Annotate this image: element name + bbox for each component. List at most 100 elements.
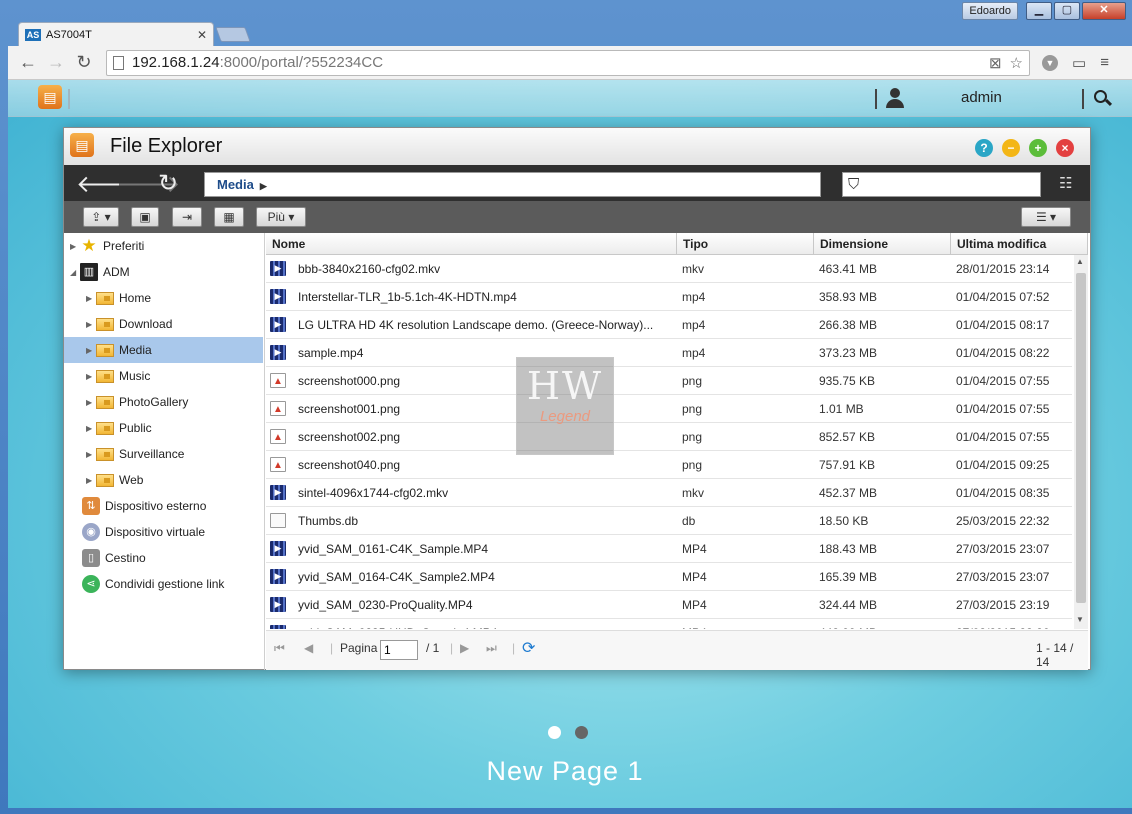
table-row[interactable]: ▶ sample.mp4 mp4 373.23 MB 01/04/2015 08:22 [266,339,1072,367]
minimize-button[interactable]: ▁ [1026,2,1052,20]
tree-item-photogallery[interactable]: ▶ PhotoGallery [64,389,263,415]
cast-icon[interactable]: ▭ [1072,54,1086,72]
page-dot-2[interactable] [575,726,588,739]
table-row[interactable]: Thumbs.db db 18.50 KB 25/03/2015 22:32 [266,507,1072,535]
first-page-icon[interactable]: ⏮ [274,641,285,656]
column-header-size[interactable]: Dimensione [814,233,951,255]
tab-title: AS7004T [46,28,92,41]
profile-tag[interactable]: Edoardo [962,2,1018,20]
refresh-icon[interactable]: ↻ [158,169,178,198]
table-row[interactable]: ▲ screenshot040.png png 757.91 KB 01/04/2015… [266,451,1072,479]
window-titlebar[interactable]: ▤ File Explorer ? − + × [64,128,1090,165]
tree-label: Surveillance [119,447,185,461]
tree-item-home[interactable]: ▶ Home [64,285,263,311]
table-row[interactable]: ▲ screenshot001.png png 1.01 MB 01/04/2015 0… [266,395,1072,423]
reload-icon[interactable]: ↻ [70,52,98,73]
expand-arrow-icon[interactable]: ▶ [86,372,96,381]
scroll-thumb[interactable] [1076,273,1086,603]
tab-close-icon[interactable]: ✕ [197,28,207,42]
table-row[interactable]: ▶ yvid_SAM_0230-ProQuality.MP4 MP4 324.44 M… [266,591,1072,619]
folder-icon [96,447,114,461]
table-row[interactable]: ▶ yvid_SAM_0235-UHD_Sample4.MP4 MP4 443.99 … [266,619,1072,629]
tree-item-media[interactable]: ▶ Media [64,337,263,363]
breadcrumb-media[interactable]: Media [217,177,254,192]
breadcrumb-caret-icon[interactable]: ▶ [260,181,267,191]
select-all-button[interactable]: ▦ [214,207,244,227]
path-breadcrumb[interactable]: Media ▶ [204,172,821,197]
move-button[interactable]: ⇥ [172,207,202,227]
scroll-up-icon[interactable]: ▲ [1076,257,1084,266]
tree-item-external-device[interactable]: ⇅ Dispositivo esterno [64,493,263,519]
prev-page-icon[interactable]: ◀ [304,641,313,655]
window-buttons: ? − + × [975,139,1074,157]
blocked-popup-icon[interactable]: ⊠ [989,54,1002,72]
expand-arrow-icon[interactable]: ▶ [86,320,96,329]
file-explorer-app-icon[interactable]: ▤ [38,85,62,109]
forward-icon[interactable]: → [42,52,70,73]
table-row[interactable]: ▶ sintel-4096x1744-cfg02.mkv mkv 452.37 MB 0… [266,479,1072,507]
table-row[interactable]: ▶ bbb-3840x2160-cfg02.mkv mkv 463.41 MB 28/0… [266,255,1072,283]
bookmark-star-icon[interactable]: ☆ [1010,54,1023,72]
table-row[interactable]: ▶ LG ULTRA HD 4K resolution Landscape dem… [266,311,1072,339]
column-header-name[interactable]: Nome [266,233,677,255]
more-button[interactable]: Più ▾ [256,207,306,227]
search-icon[interactable] [1094,90,1113,108]
view-mode-button[interactable]: ☰ ▾ [1021,207,1071,227]
back-icon[interactable]: ← [14,52,42,73]
page-number-input[interactable] [380,640,418,660]
tree-item-adm[interactable]: ◢ ▥ ADM [64,259,263,285]
vertical-scrollbar[interactable]: ▲ ▼ [1074,255,1088,629]
file-grid: Nome Tipo Dimensione Ultima modifica ▶ bb… [266,233,1090,670]
table-row[interactable]: ▲ screenshot000.png png 935.75 KB 01/04/2015… [266,367,1072,395]
tree-item-surveillance[interactable]: ▶ Surveillance [64,441,263,467]
user-name[interactable]: admin [961,89,1002,106]
tree-item-virtual-device[interactable]: ◉ Dispositivo virtuale [64,519,263,545]
next-page-icon[interactable]: ▶ [460,641,469,655]
view-options-icon[interactable]: ☷ [1059,174,1072,192]
tree-item-public[interactable]: ▶ Public [64,415,263,441]
maximize-icon[interactable]: + [1029,139,1047,157]
expand-arrow-icon[interactable]: ▶ [86,398,96,407]
table-row[interactable]: ▶ yvid_SAM_0164-C4K_Sample2.MP4 MP4 165.39 … [266,563,1072,591]
scroll-down-icon[interactable]: ▼ [1076,615,1084,624]
column-header-type[interactable]: Tipo [677,233,814,255]
expand-arrow-icon[interactable]: ▶ [86,476,96,485]
address-bar[interactable]: 192.168.1.24:8000/portal/?552234CC ⊠ ☆ [106,49,1030,76]
collapse-arrow-icon[interactable]: ◢ [70,268,80,277]
url-text[interactable]: 192.168.1.24:8000/portal/?552234CC [132,54,383,71]
menu-icon[interactable]: ≡ [1100,54,1109,71]
tree-item-download[interactable]: ▶ Download [64,311,263,337]
new-folder-button[interactable]: ▣ [131,207,159,227]
table-row[interactable]: ▲ screenshot002.png png 852.57 KB 01/04/2015… [266,423,1072,451]
expand-arrow-icon[interactable]: ▶ [70,242,80,251]
maximize-button[interactable]: ▢ [1054,2,1080,20]
table-row[interactable]: ▶ yvid_SAM_0161-C4K_Sample.MP4 MP4 188.43 M… [266,535,1072,563]
tree-item-preferiti[interactable]: ▶ ★ Preferiti [64,233,263,259]
table-row[interactable]: ▶ Interstellar-TLR_1b-5.1ch-4K-HDTN.mp4 mp… [266,283,1072,311]
tab-as7004t[interactable]: AS AS7004T ✕ [18,22,214,46]
tree-item-share-links[interactable]: ⋖ Condividi gestione link [64,571,263,597]
expand-arrow-icon[interactable]: ▶ [86,294,96,303]
image-file-icon: ▲ [270,457,286,472]
minimize-icon[interactable]: − [1002,139,1020,157]
tree-item-music[interactable]: ▶ Music [64,363,263,389]
upload-button[interactable]: ⇪ ▾ [83,207,119,227]
image-file-icon: ▲ [270,373,286,388]
close-icon[interactable]: × [1056,139,1074,157]
refresh-list-icon[interactable]: ⟳ [522,638,535,658]
tree-item-web[interactable]: ▶ Web [64,467,263,493]
last-page-icon[interactable]: ⏭ [486,641,497,656]
tree-item-trash[interactable]: ▯ Cestino [64,545,263,571]
expand-arrow-icon[interactable]: ▶ [86,346,96,355]
page-dot-1[interactable] [548,726,561,739]
filter-input[interactable]: ⛉ [842,172,1041,197]
column-header-modified[interactable]: Ultima modifica [951,233,1088,255]
expand-arrow-icon[interactable]: ▶ [86,424,96,433]
extension-icon[interactable]: ▼ [1042,54,1058,71]
new-tab-button[interactable] [215,27,251,42]
file-rows: ▶ bbb-3840x2160-cfg02.mkv mkv 463.41 MB 28/0… [266,255,1072,629]
user-icon[interactable] [886,88,904,108]
help-icon[interactable]: ? [975,139,993,157]
expand-arrow-icon[interactable]: ▶ [86,450,96,459]
close-button[interactable]: ✕ [1082,2,1126,20]
